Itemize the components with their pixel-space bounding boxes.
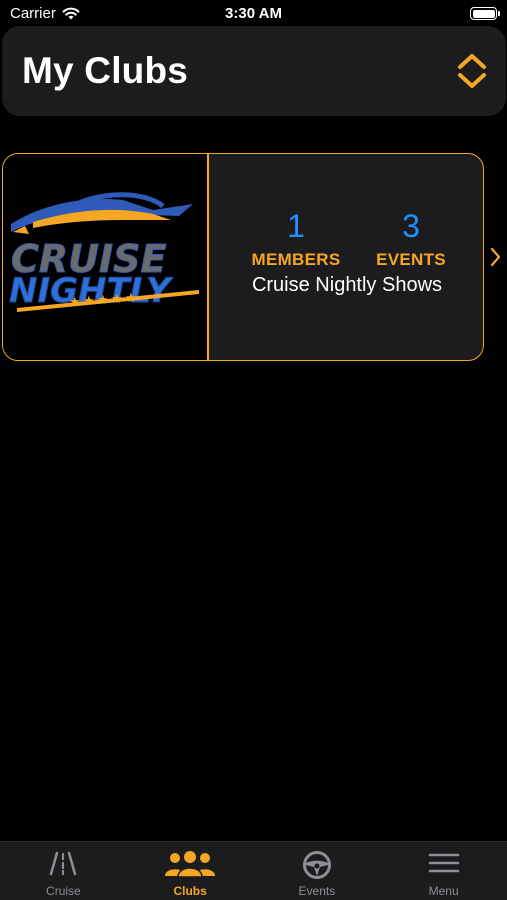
battery-icon [470,7,500,20]
tab-menu[interactable]: Menu [380,842,507,900]
tab-label: Events [298,884,336,898]
page-header: My Clubs [2,26,506,116]
status-bar: Carrier 3:30 AM [0,0,507,28]
club-info: 1 MEMBERS 3 EVENTS Cruise Nightly Shows [211,154,483,360]
sort-up-down-icon [458,54,486,88]
tab-events[interactable]: Events [254,842,381,900]
group-icon [165,851,216,878]
tab-label: Menu [428,884,459,898]
svg-text:★: ★ [125,291,137,306]
status-time: 3:30 AM [225,5,282,22]
tab-cruise[interactable]: Cruise [0,842,127,900]
club-card[interactable]: CRUISE NIGHTLY ★ ★ ★ ★ ★ 1 MEMBERS 3 EVE… [2,153,484,361]
events-label: EVENTS [376,250,446,269]
club-logo: CRUISE NIGHTLY ★ ★ ★ ★ ★ [3,154,209,360]
svg-text:★: ★ [69,295,81,310]
svg-text:★: ★ [97,293,109,308]
events-stat: 3 EVENTS [356,206,466,270]
chevron-right-icon[interactable] [490,246,502,268]
members-stat: 1 MEMBERS [241,206,351,270]
tab-clubs[interactable]: Clubs [127,842,254,900]
members-label: MEMBERS [251,250,341,269]
steering-wheel-icon [302,851,331,879]
road-icon [50,851,77,876]
sort-toggle-button[interactable] [454,51,490,91]
club-name: Cruise Nightly Shows [251,274,443,296]
club-logo-image: CRUISE NIGHTLY ★ ★ ★ ★ ★ [9,192,199,312]
events-count: 3 [402,208,420,244]
svg-text:★: ★ [83,294,95,309]
members-count: 1 [287,208,305,244]
tab-bar: Cruise Clubs Events Menu [0,841,507,900]
svg-text:★: ★ [111,292,123,307]
tab-label: Cruise [46,884,81,898]
page-title: My Clubs [22,50,189,91]
tab-label: Clubs [173,884,207,898]
hamburger-menu-icon [428,853,459,873]
